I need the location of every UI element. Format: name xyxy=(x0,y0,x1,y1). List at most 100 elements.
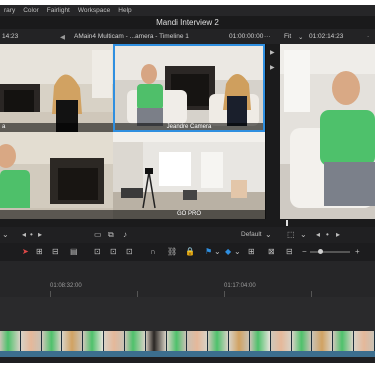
angle-2-thumbnail xyxy=(113,44,265,132)
snapping-icon[interactable]: ∩ xyxy=(150,247,156,256)
program-jog-left-icon[interactable]: ◂ xyxy=(316,230,320,239)
ruler-timecode-1: 01:08:32:00 xyxy=(50,283,82,289)
layout-chevron-icon[interactable]: ⌄ xyxy=(265,230,272,239)
fit-chevron-icon[interactable]: ⌄ xyxy=(298,33,303,41)
menu-bar: rary Color Fairlight Workspace Help xyxy=(0,5,375,16)
viewer-controls: ⌄ ◂ • ▸ ▭ ⧉ ♪ Default ⌄ ⬚ ⌄ ◂ • ▸ xyxy=(0,227,375,243)
audio-note-icon[interactable]: ♪ xyxy=(123,230,127,239)
marker-chevron-icon[interactable]: ⌄ xyxy=(234,247,241,256)
title-bar: Mandi Interview 2 xyxy=(0,16,375,29)
viewer-scrub-bar[interactable] xyxy=(0,219,375,227)
clip-thumbnail xyxy=(124,331,146,351)
program-playhead[interactable] xyxy=(286,220,288,226)
angle-3-thumbnail xyxy=(0,132,113,219)
program-options-icon[interactable]: · xyxy=(367,33,369,40)
menu-item-library[interactable]: rary xyxy=(4,7,15,14)
overwrite-clip-icon[interactable]: ⊡ xyxy=(110,247,117,256)
angle-4-thumbnail xyxy=(113,132,265,219)
insert-clip-icon[interactable]: ⊡ xyxy=(94,247,101,256)
flag-icon[interactable]: ⚑ xyxy=(205,247,212,256)
angle-4-label: GO PRO xyxy=(113,210,265,219)
multicam-clip-thumbnails[interactable] xyxy=(0,331,375,351)
timeline-panel[interactable]: 01:08:32:00 01:17:04:00 xyxy=(0,261,375,363)
clip-thumbnail xyxy=(270,331,292,351)
link-icon[interactable]: ⛓ xyxy=(167,247,177,256)
resolve-window: rary Color Fairlight Workspace Help Mand… xyxy=(0,5,375,363)
clip-thumbnail xyxy=(145,331,167,351)
timeline-ruler[interactable]: 01:08:32:00 01:17:04:00 xyxy=(0,261,375,297)
lock-icon[interactable]: 🔒 xyxy=(185,247,195,256)
angle-3-label xyxy=(0,210,113,219)
marker-icon[interactable]: ◆ xyxy=(225,247,231,256)
video-track-empty[interactable] xyxy=(0,297,375,331)
clip-thumbnail xyxy=(62,331,84,351)
program-jog-right-icon[interactable]: ▸ xyxy=(336,230,340,239)
clip-thumbnail xyxy=(187,331,209,351)
clip-thumbnail xyxy=(0,331,21,351)
program-viewer[interactable] xyxy=(280,44,375,219)
viewer-chevron-icon[interactable]: ⌄ xyxy=(300,230,307,239)
zoom-slider[interactable] xyxy=(310,249,350,254)
left-timecode: 14:23 xyxy=(2,33,19,40)
viewer-prev-icon[interactable]: ◀ xyxy=(60,33,65,41)
audio-track[interactable] xyxy=(0,357,375,363)
clip-thumbnail xyxy=(41,331,63,351)
program-timecode: 01:02:14:23 xyxy=(309,33,344,40)
flag-chevron-icon[interactable]: ⌄ xyxy=(214,247,221,256)
zoom-in-icon[interactable]: + xyxy=(355,247,360,256)
clip-thumbnail xyxy=(333,331,355,351)
trim-tool-icon[interactable]: ⊞ xyxy=(36,247,43,256)
blade-tool-icon[interactable]: ▤ xyxy=(70,247,78,256)
clip-thumbnail xyxy=(249,331,271,351)
menu-item-color[interactable]: Color xyxy=(23,7,39,14)
angle-1-label: a xyxy=(0,123,113,132)
jog-left-icon[interactable]: ◂ xyxy=(22,230,26,239)
multicam-angle-2[interactable]: Jeandre Camera xyxy=(113,44,265,132)
program-next-icon[interactable]: ▶ xyxy=(270,64,275,71)
selection-tool-icon[interactable]: ➤ xyxy=(22,247,29,256)
custom-zoom-icon[interactable]: ⊟ xyxy=(286,247,293,256)
program-prev-icon[interactable]: ▶ xyxy=(270,49,275,56)
multicam-viewer[interactable]: a Jeandre Camera GO PRO xyxy=(0,44,266,219)
angle-1-thumbnail xyxy=(0,44,113,132)
layout-preset-dropdown[interactable]: Default xyxy=(241,231,262,238)
safe-area-icon[interactable]: ⬚ xyxy=(287,230,295,239)
clip-thumbnail xyxy=(354,331,375,351)
jog-dot-icon[interactable]: • xyxy=(30,230,33,239)
ruler-timecode-2: 01:17:04:00 xyxy=(224,283,256,289)
full-zoom-icon[interactable]: ⊞ xyxy=(248,247,255,256)
replace-clip-icon[interactable]: ⊡ xyxy=(126,247,133,256)
clip-thumbnail xyxy=(229,331,250,351)
clip-thumbnail xyxy=(104,331,125,351)
source-timecode: 01:00:00:00 xyxy=(229,33,264,40)
detail-zoom-icon[interactable]: ⊠ xyxy=(268,247,275,256)
program-viewer-image xyxy=(280,44,375,219)
program-fit-dropdown[interactable]: Fit xyxy=(284,33,291,40)
dynamic-trim-icon[interactable]: ⊟ xyxy=(52,247,59,256)
clip-thumbnail xyxy=(291,331,313,351)
clip-thumbnail xyxy=(83,331,105,351)
zoom-dropdown-icon[interactable]: ⌄ xyxy=(2,230,9,239)
menu-item-fairlight[interactable]: Fairlight xyxy=(47,7,70,14)
viewer-options-icon[interactable]: ··· xyxy=(264,33,271,40)
clip-thumbnail xyxy=(166,331,188,351)
clip-thumbnail xyxy=(312,331,334,351)
clip-thumbnail xyxy=(208,331,230,351)
viewer-clip-title[interactable]: AMain4 Multicam - ...amera - Timeline 1 xyxy=(74,33,189,40)
multicam-angle-3[interactable] xyxy=(0,132,113,219)
zoom-out-icon[interactable]: − xyxy=(302,247,307,256)
program-jog-dot-icon[interactable]: • xyxy=(326,230,329,239)
edit-toolbar: ➤ ⊞ ⊟ ▤ ⊡ ⊡ ⊡ ∩ ⛓ 🔒 ⚑ ⌄ ◆ ⌄ ⊞ ⊠ ⊟ − + xyxy=(0,243,375,261)
menu-item-help[interactable]: Help xyxy=(118,7,131,14)
project-title: Mandi Interview 2 xyxy=(156,18,219,27)
zoom-slider-handle[interactable] xyxy=(318,249,323,254)
menu-item-workspace[interactable]: Workspace xyxy=(78,7,110,14)
video-audio-icon[interactable]: ⧉ xyxy=(108,230,114,240)
multicam-angle-1[interactable]: a xyxy=(0,44,113,132)
multicam-angle-4[interactable]: GO PRO xyxy=(113,132,265,219)
viewer-divider: ▶ ▶ xyxy=(266,44,280,224)
clip-thumbnail xyxy=(20,331,42,351)
jog-right-icon[interactable]: ▸ xyxy=(38,230,42,239)
video-monitor-icon[interactable]: ▭ xyxy=(94,230,102,239)
viewer-header: 14:23 ◀ AMain4 Multicam - ...amera - Tim… xyxy=(0,29,375,44)
